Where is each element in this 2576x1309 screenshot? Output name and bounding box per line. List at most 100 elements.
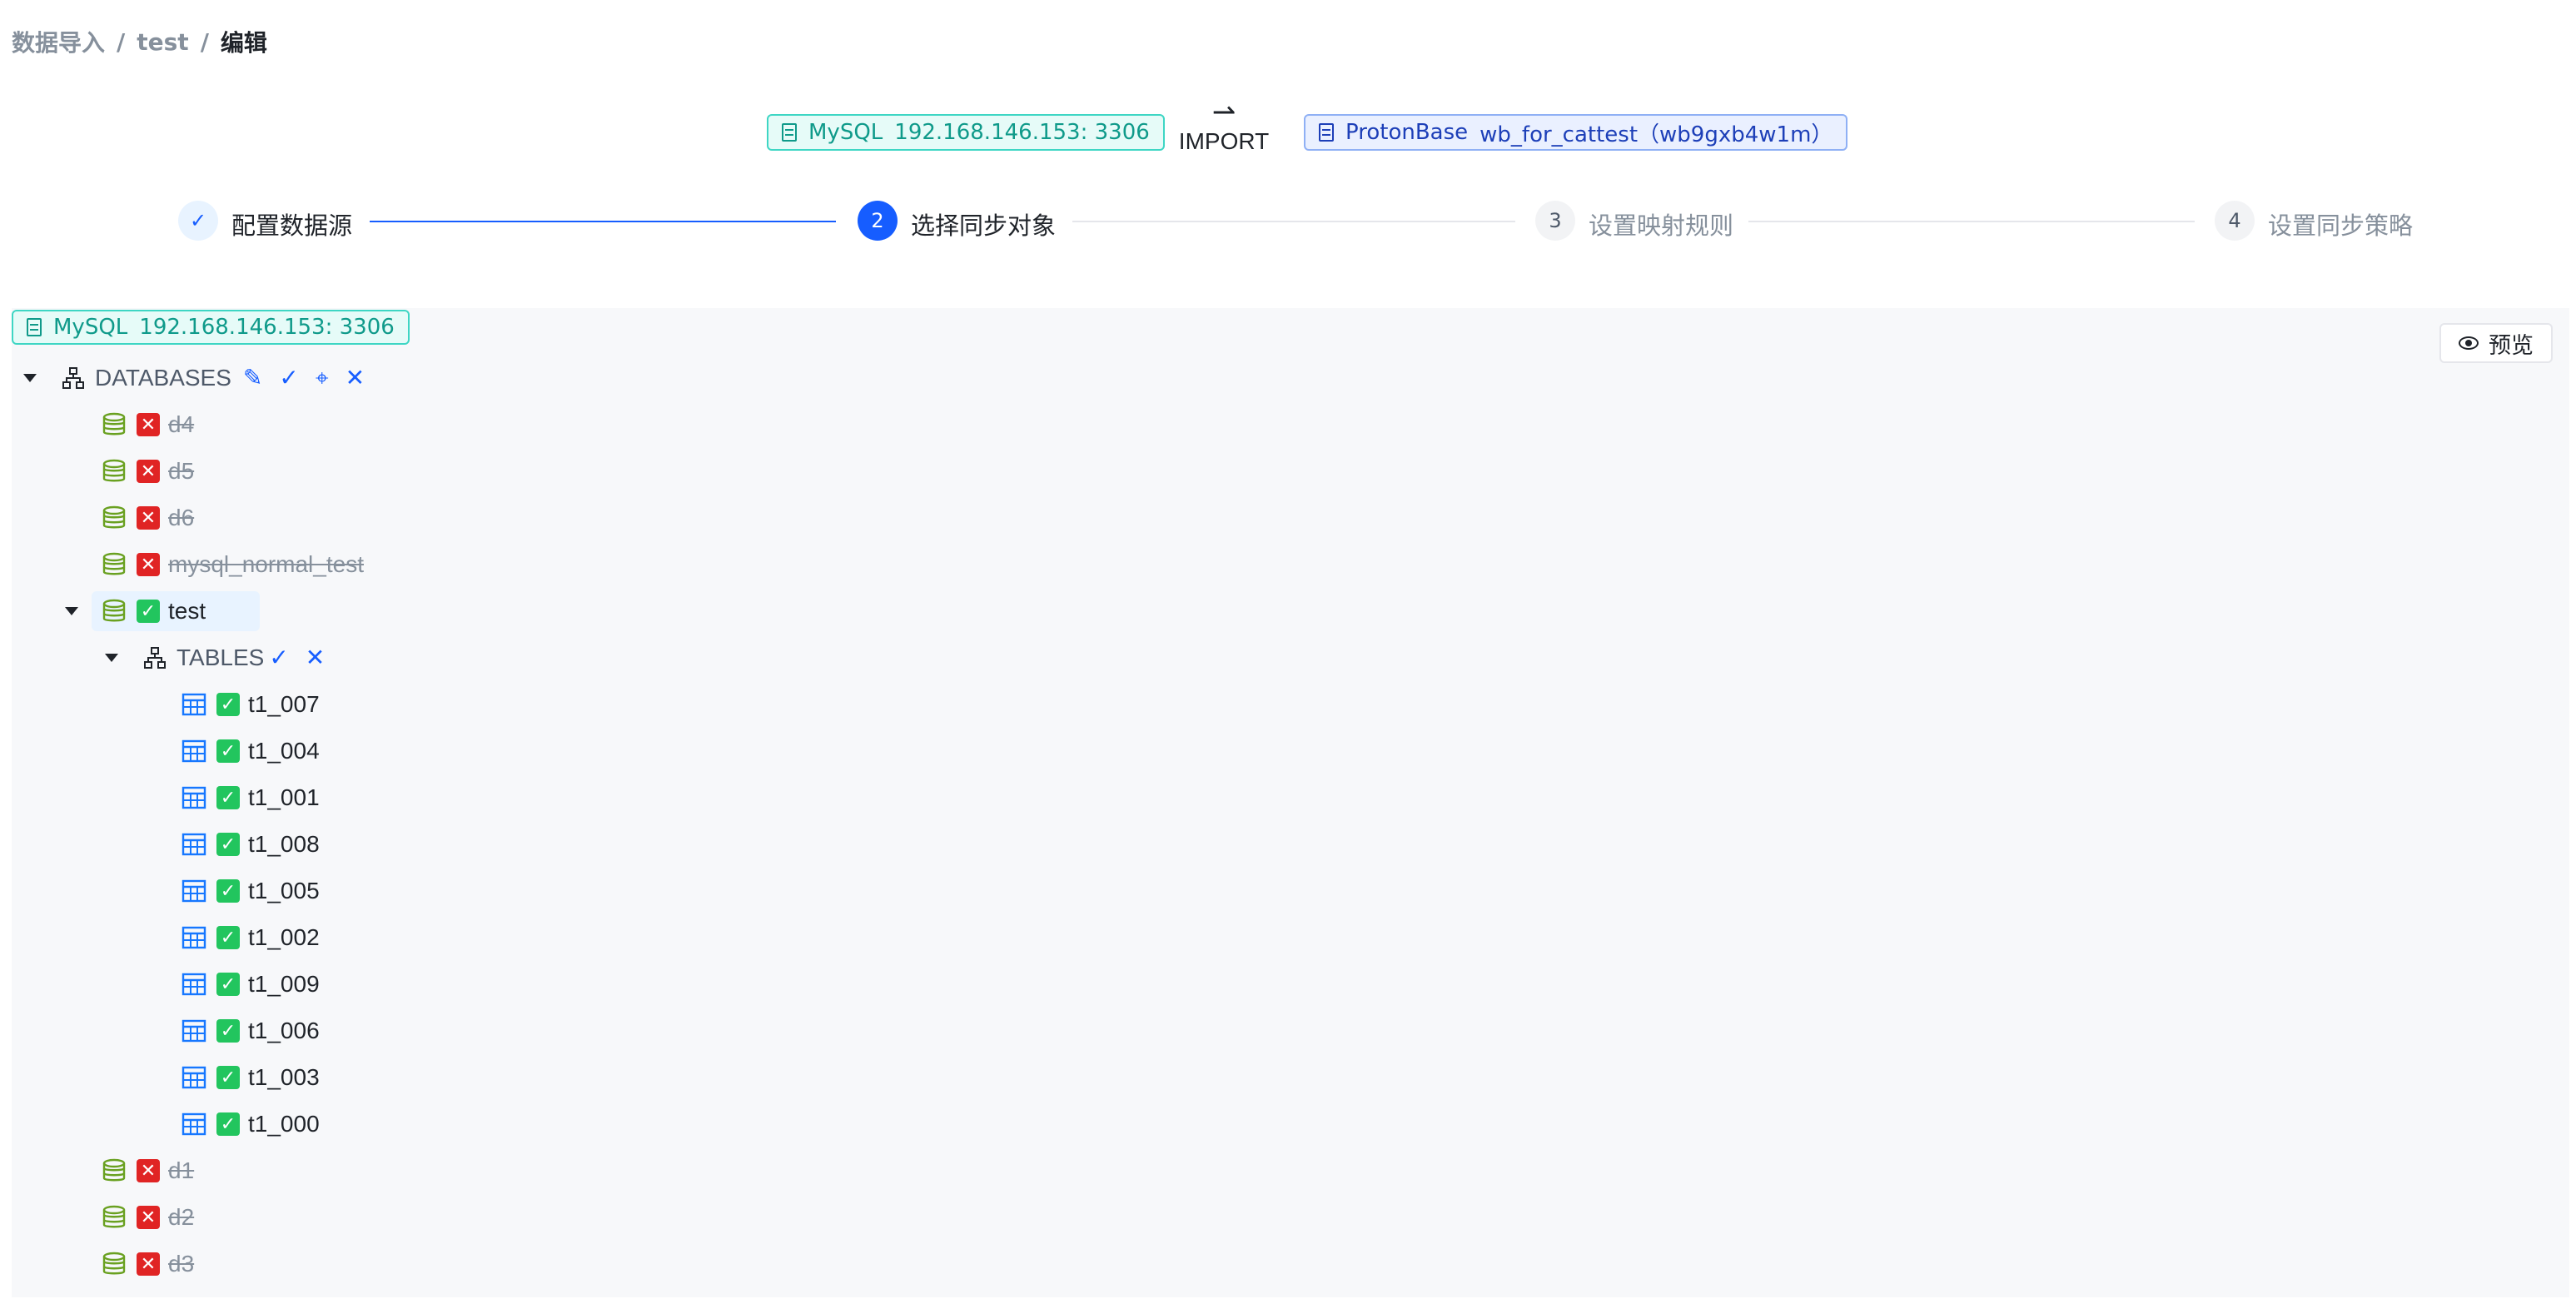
table-row[interactable]: ✓ t1_003 <box>182 1054 320 1101</box>
arrow-right-icon: ⇀ <box>1211 97 1236 128</box>
edit-icon[interactable]: ✎ <box>243 366 262 390</box>
database-row[interactable]: ✕ d6 <box>102 495 194 541</box>
node-label: t1_004 <box>248 738 320 764</box>
database-icon <box>102 1205 126 1228</box>
target-name: wb_for_cattest（wb9gxb4w1m） <box>1479 122 1833 147</box>
table-icon <box>182 693 206 716</box>
import-label: IMPORT <box>1178 128 1270 154</box>
step-2-number[interactable]: 2 <box>858 201 898 241</box>
source-type: MySQL <box>808 120 883 145</box>
node-label: mysql_normal_test <box>168 551 364 577</box>
table-row[interactable]: ✓ t1_000 <box>182 1101 320 1147</box>
table-icon <box>182 973 206 996</box>
select-all-icon[interactable]: ✓ <box>279 366 298 390</box>
step-connector <box>1748 221 2195 222</box>
checked-icon[interactable]: ✓ <box>137 600 160 623</box>
checked-icon[interactable]: ✓ <box>216 926 240 949</box>
database-icon <box>27 318 42 336</box>
excluded-icon[interactable]: ✕ <box>137 553 160 576</box>
breadcrumb-current: 编辑 <box>220 29 267 57</box>
excluded-icon[interactable]: ✕ <box>137 1252 160 1276</box>
node-label: t1_000 <box>248 1111 320 1137</box>
step-2-label[interactable]: 选择同步对象 <box>911 207 1056 241</box>
database-icon <box>102 599 126 622</box>
table-row[interactable]: ✓ t1_005 <box>182 868 320 914</box>
checked-icon[interactable]: ✓ <box>216 1112 240 1136</box>
table-row[interactable]: ✓ t1_006 <box>182 1008 320 1054</box>
excluded-icon[interactable]: ✕ <box>137 413 160 436</box>
selection-panel <box>12 308 2569 1297</box>
hierarchy-icon <box>62 367 84 389</box>
checked-icon[interactable]: ✓ <box>216 739 240 763</box>
table-icon <box>182 739 206 763</box>
node-label: d4 <box>168 411 195 437</box>
excluded-icon[interactable]: ✕ <box>137 1159 160 1182</box>
checked-icon[interactable]: ✓ <box>216 879 240 903</box>
table-row[interactable]: ✓ t1_001 <box>182 774 320 821</box>
database-icon <box>1319 123 1334 142</box>
table-row[interactable]: ✓ t1_008 <box>182 821 320 868</box>
database-row[interactable]: ✕ d5 <box>102 448 194 495</box>
tables-group[interactable]: TABLES ✓ ✕ <box>105 635 325 681</box>
source-connection-tag: MySQL 192.168.146.153: 3306 <box>767 114 1165 151</box>
table-row[interactable]: ✓ t1_002 <box>182 914 320 961</box>
step-1-check-icon[interactable]: ✓ <box>178 201 218 241</box>
excluded-icon[interactable]: ✕ <box>137 506 160 530</box>
table-icon <box>182 926 206 949</box>
checked-icon[interactable]: ✓ <box>216 693 240 716</box>
table-row[interactable]: ✓ t1_009 <box>182 961 320 1008</box>
breadcrumb-separator: / <box>117 27 126 56</box>
table-row[interactable]: ✓ t1_007 <box>182 681 320 728</box>
expand-caret-icon[interactable] <box>23 374 37 382</box>
select-all-icon[interactable]: ✓ <box>269 646 288 669</box>
excluded-icon[interactable]: ✕ <box>137 460 160 483</box>
preview-button[interactable]: 预览 <box>2439 323 2553 363</box>
table-icon <box>182 1066 206 1089</box>
node-label: t1_003 <box>248 1064 320 1090</box>
table-icon <box>182 879 206 903</box>
checked-icon[interactable]: ✓ <box>216 833 240 856</box>
database-row[interactable]: ✕ d4 <box>102 401 194 448</box>
database-row-expanded[interactable]: ✓ test <box>65 588 206 635</box>
source-address: 192.168.146.153: 3306 <box>894 120 1150 145</box>
checked-icon[interactable]: ✓ <box>216 1019 240 1043</box>
step-4-number[interactable]: 4 <box>2215 201 2255 241</box>
step-connector <box>1072 221 1515 222</box>
breadcrumb-mid[interactable]: test <box>137 28 188 56</box>
table-icon <box>182 833 206 856</box>
database-icon <box>782 123 797 142</box>
table-icon <box>182 1019 206 1043</box>
database-icon <box>102 552 126 575</box>
step-3-number[interactable]: 3 <box>1535 201 1575 241</box>
database-row[interactable]: ✕ d2 <box>102 1194 194 1241</box>
node-label: t1_009 <box>248 971 320 997</box>
node-label: d2 <box>168 1204 195 1230</box>
clear-icon[interactable]: ✕ <box>306 646 325 669</box>
breadcrumb-separator: / <box>200 27 209 56</box>
expand-caret-icon[interactable] <box>65 607 78 615</box>
excluded-icon[interactable]: ✕ <box>137 1206 160 1229</box>
database-row[interactable]: ✕ d3 <box>102 1241 194 1287</box>
databases-group[interactable]: DATABASES ✎ ✓ ⌖ ✕ <box>23 355 365 401</box>
step-3-label[interactable]: 设置映射规则 <box>1589 207 1733 241</box>
panel-source-tag: MySQL 192.168.146.153: 3306 <box>12 310 410 345</box>
step-4-label[interactable]: 设置同步策略 <box>2268 207 2413 241</box>
panel-source-type: MySQL <box>53 315 128 340</box>
node-label: t1_005 <box>248 878 320 903</box>
database-icon <box>102 412 126 436</box>
breadcrumb: 数据导入 / test / 编辑 <box>12 25 267 58</box>
locate-icon[interactable]: ⌖ <box>316 366 329 390</box>
checked-icon[interactable]: ✓ <box>216 1066 240 1089</box>
database-row[interactable]: ✕ d1 <box>102 1147 194 1194</box>
preview-label: 预览 <box>2489 332 2534 359</box>
database-row[interactable]: ✕ mysql_normal_test <box>102 541 364 588</box>
step-1-label[interactable]: 配置数据源 <box>231 207 352 241</box>
node-label: t1_008 <box>248 831 320 857</box>
import-indicator: ⇀ IMPORT <box>1174 97 1274 155</box>
clear-icon[interactable]: ✕ <box>346 366 365 390</box>
breadcrumb-root[interactable]: 数据导入 <box>12 25 105 58</box>
table-row[interactable]: ✓ t1_004 <box>182 728 320 774</box>
expand-caret-icon[interactable] <box>105 654 118 662</box>
checked-icon[interactable]: ✓ <box>216 973 240 996</box>
checked-icon[interactable]: ✓ <box>216 786 240 809</box>
